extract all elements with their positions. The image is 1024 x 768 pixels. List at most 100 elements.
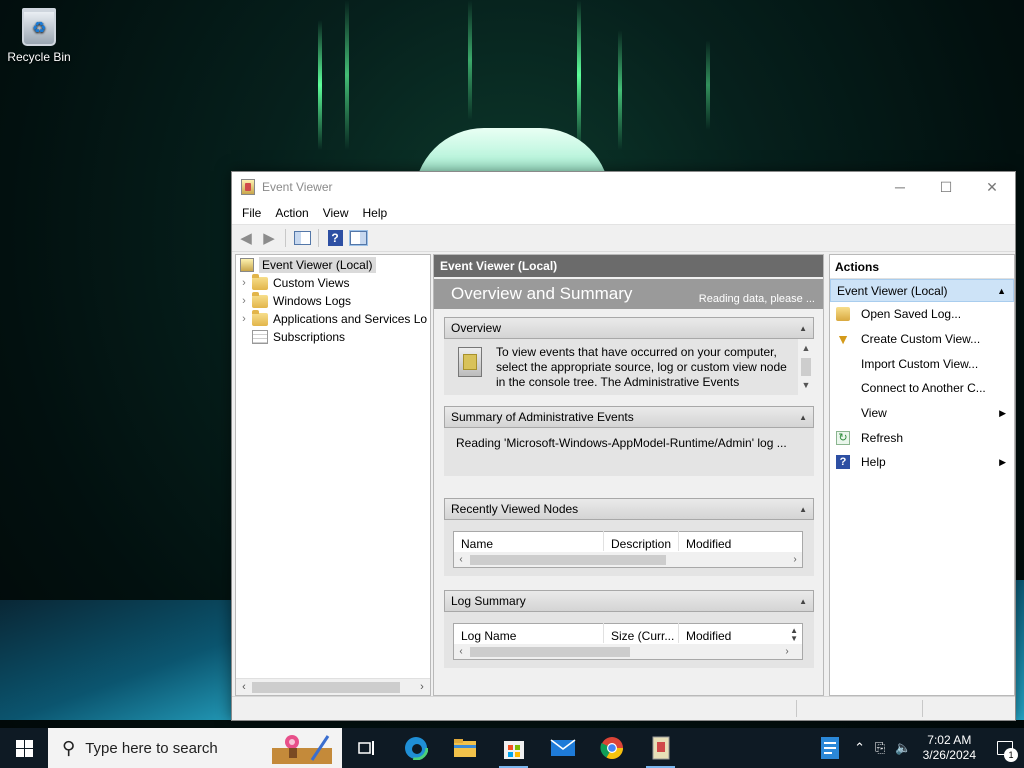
taskbar-event-viewer[interactable]: [636, 728, 685, 768]
scroll-right-icon[interactable]: ›: [772, 646, 802, 657]
notification-center-button[interactable]: 1: [986, 728, 1024, 768]
grid-horizontal-scrollbar[interactable]: ‹ ›: [454, 552, 802, 567]
help-button[interactable]: ?: [325, 228, 345, 248]
collapse-icon[interactable]: ▲: [799, 324, 807, 333]
collapse-icon[interactable]: ▲: [997, 286, 1006, 296]
show-hide-action-pane-button[interactable]: [348, 228, 368, 248]
minimize-button[interactable]: ─: [877, 172, 923, 202]
column-header-modified[interactable]: Modified: [679, 531, 799, 551]
expand-chevron-icon[interactable]: ›: [236, 295, 252, 307]
collapse-icon[interactable]: ▲: [799, 413, 807, 422]
column-header-description[interactable]: Description: [604, 531, 679, 551]
grid-horizontal-scrollbar[interactable]: ‹ ›: [454, 644, 802, 659]
column-header-size[interactable]: Size (Curr...: [604, 623, 679, 643]
menu-action[interactable]: Action: [268, 206, 315, 220]
event-viewer-icon: [241, 179, 255, 195]
wallpaper-light-beam: [706, 40, 710, 130]
actions-group-header[interactable]: Event Viewer (Local) ▲: [830, 279, 1014, 302]
wallpaper-light-beam: [618, 30, 622, 150]
tree-item-label: Windows Logs: [273, 294, 352, 308]
network-icon[interactable]: ⎘: [875, 740, 885, 756]
collapse-icon[interactable]: ▲: [799, 505, 807, 514]
taskbar-mail[interactable]: [538, 728, 587, 768]
status-separator: [922, 700, 923, 717]
show-hide-console-tree-button[interactable]: [292, 228, 312, 248]
tree-item-event-viewer-local[interactable]: Event Viewer (Local): [236, 256, 430, 274]
log-summary-header[interactable]: Log Summary ▲: [444, 590, 814, 612]
tree-item-applications-and-services[interactable]: › Applications and Services Lo: [236, 309, 430, 328]
action-open-saved-log[interactable]: Open Saved Log...: [830, 302, 1014, 327]
desktop-icon-recycle-bin[interactable]: Recycle Bin: [6, 8, 72, 64]
scroll-up-icon[interactable]: ▲: [802, 341, 811, 356]
scroll-right-icon[interactable]: ›: [788, 554, 802, 565]
close-button[interactable]: ✕: [969, 172, 1015, 202]
action-label: View: [861, 406, 887, 421]
actions-pane: Actions Event Viewer (Local) ▲ Open Save…: [829, 254, 1015, 696]
action-create-custom-view[interactable]: ▼ Create Custom View...: [830, 327, 1014, 352]
tree-item-windows-logs[interactable]: › Windows Logs: [236, 291, 430, 310]
action-help[interactable]: ? Help ▶: [830, 450, 1014, 475]
actions-group-label: Event Viewer (Local): [837, 283, 948, 298]
column-header-log-name[interactable]: Log Name: [454, 623, 604, 643]
recently-viewed-header[interactable]: Recently Viewed Nodes ▲: [444, 498, 814, 520]
scroll-left-icon[interactable]: ‹: [454, 554, 468, 565]
scroll-left-icon[interactable]: ‹: [454, 646, 468, 657]
notepad-icon: [820, 737, 839, 759]
scrollbar-thumb[interactable]: [470, 646, 630, 657]
scroll-right-icon[interactable]: ›: [414, 681, 430, 693]
action-refresh[interactable]: ↻ Refresh: [830, 425, 1014, 450]
menu-file[interactable]: File: [235, 206, 268, 220]
section-title: Overview: [451, 321, 502, 335]
menu-help[interactable]: Help: [356, 206, 395, 220]
action-import-custom-view[interactable]: Import Custom View...: [830, 351, 1014, 376]
volume-muted-icon[interactable]: 🔈: [895, 740, 911, 756]
section-title: Summary of Administrative Events: [451, 410, 634, 424]
log-summary-grid[interactable]: Log Name Size (Curr... Modified ‹ › ▲ ▼: [453, 623, 803, 660]
mail-icon: [550, 739, 575, 756]
collapse-icon[interactable]: ▲: [799, 597, 807, 606]
back-button[interactable]: ◀: [236, 228, 256, 248]
taskbar-store[interactable]: [489, 728, 538, 768]
summary-section: Summary of Administrative Events ▲ Readi…: [444, 406, 814, 476]
tree-item-label: Custom Views: [273, 276, 350, 290]
taskbar-edge[interactable]: [391, 728, 440, 768]
taskbar-search-box[interactable]: ⚲ Type here to search: [48, 728, 342, 768]
grid-scroll-updown-icon[interactable]: ▲ ▼: [790, 627, 798, 643]
summary-section-header[interactable]: Summary of Administrative Events ▲: [444, 406, 814, 428]
action-connect-to-another-computer[interactable]: Connect to Another C...: [830, 376, 1014, 401]
chevron-up-icon[interactable]: ⌃: [854, 740, 865, 756]
refresh-icon: ↻: [836, 430, 850, 445]
tree-item-subscriptions[interactable]: Subscriptions: [236, 328, 430, 346]
task-view-button[interactable]: [342, 728, 391, 768]
scroll-left-icon[interactable]: ‹: [236, 681, 252, 693]
console-tree[interactable]: Event Viewer (Local) › Custom Views › Wi…: [235, 254, 431, 696]
submenu-arrow-icon: ▶: [999, 456, 1006, 467]
notification-count-badge: 1: [1004, 748, 1018, 762]
forward-button[interactable]: ▶: [259, 228, 279, 248]
menu-view[interactable]: View: [316, 206, 356, 220]
taskbar-file-explorer[interactable]: [440, 728, 489, 768]
overview-section-header[interactable]: Overview ▲: [444, 317, 814, 339]
scrollbar-thumb[interactable]: [252, 681, 400, 693]
action-label: Connect to Another C...: [861, 381, 986, 396]
start-button[interactable]: [0, 728, 48, 768]
tree-horizontal-scrollbar[interactable]: ‹ ›: [236, 678, 430, 695]
column-header-modified[interactable]: Modified: [679, 623, 784, 643]
title-bar[interactable]: Event Viewer ─ ☐ ✕: [232, 172, 1015, 202]
column-header-name[interactable]: Name: [454, 531, 604, 551]
taskbar-notepad[interactable]: [805, 728, 854, 768]
action-view[interactable]: View ▶: [830, 401, 1014, 426]
scrollbar-thumb[interactable]: [801, 358, 811, 376]
maximize-button[interactable]: ☐: [923, 172, 969, 202]
tree-item-custom-views[interactable]: › Custom Views: [236, 273, 430, 292]
scrollbar-thumb[interactable]: [470, 554, 666, 565]
clock[interactable]: 7:02 AM 3/26/2024: [923, 733, 976, 763]
taskbar-chrome[interactable]: [587, 728, 636, 768]
overview-scrollbar[interactable]: ▲ ▼: [798, 339, 814, 395]
event-viewer-window[interactable]: Event Viewer ─ ☐ ✕ File Action View Help…: [231, 171, 1016, 721]
recently-viewed-grid[interactable]: Name Description Modified ‹ ›: [453, 531, 803, 568]
menu-bar: File Action View Help: [232, 202, 1015, 224]
expand-chevron-icon[interactable]: ›: [236, 277, 252, 289]
expand-chevron-icon[interactable]: ›: [236, 313, 252, 325]
scroll-down-icon[interactable]: ▼: [802, 378, 811, 393]
